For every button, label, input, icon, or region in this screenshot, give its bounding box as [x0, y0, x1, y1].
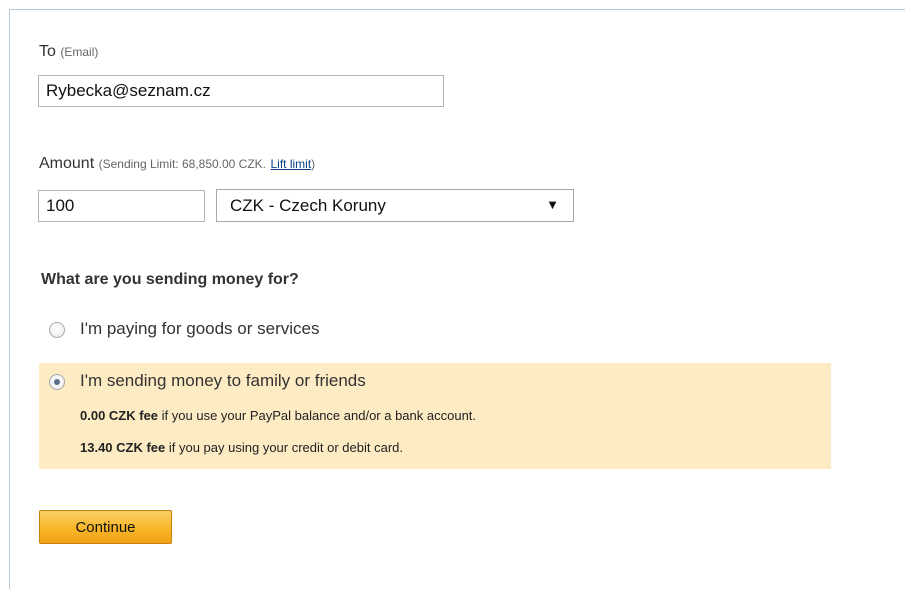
email-input[interactable] [38, 75, 444, 107]
fee-balance-text: if you use your PayPal balance and/or a … [158, 408, 477, 423]
fee-card: 13.40 CZK fee if you pay using your cred… [80, 440, 403, 455]
fee-balance-amount: 0.00 CZK fee [80, 408, 159, 423]
amount-label: Amount (Sending Limit: 68,850.00 CZK. Li… [39, 155, 315, 173]
purpose-question: What are you sending money for? [41, 271, 299, 288]
option-goods-services-label[interactable]: I'm paying for goods or services [80, 319, 319, 339]
sending-limit-hint: (Sending Limit: 68,850.00 CZK. [98, 157, 267, 171]
to-label-text: To [39, 43, 56, 60]
fee-card-text: if you pay using your credit or debit ca… [165, 440, 403, 455]
currency-selected-value: CZK - Czech Koruny [230, 196, 386, 215]
dropdown-arrow-icon: ▼ [546, 197, 559, 212]
currency-select[interactable]: CZK - Czech Koruny ▼ [216, 189, 574, 222]
to-label: To (Email) [39, 43, 98, 61]
amount-label-text: Amount [39, 155, 95, 172]
continue-button-label: Continue [75, 518, 136, 536]
sending-limit-hint-close: ) [311, 157, 316, 171]
fee-balance-bank: 0.00 CZK fee if you use your PayPal bala… [80, 408, 476, 423]
lift-limit-link[interactable]: Lift limit [270, 157, 311, 171]
to-hint: (Email) [60, 45, 99, 59]
radio-family-friends[interactable] [49, 374, 65, 390]
radio-goods-services[interactable] [49, 322, 65, 338]
continue-button[interactable]: Continue [39, 510, 172, 544]
amount-input[interactable] [38, 190, 205, 222]
option-family-friends-label[interactable]: I'm sending money to family or friends [80, 371, 366, 391]
fee-card-amount: 13.40 CZK fee [80, 440, 166, 455]
